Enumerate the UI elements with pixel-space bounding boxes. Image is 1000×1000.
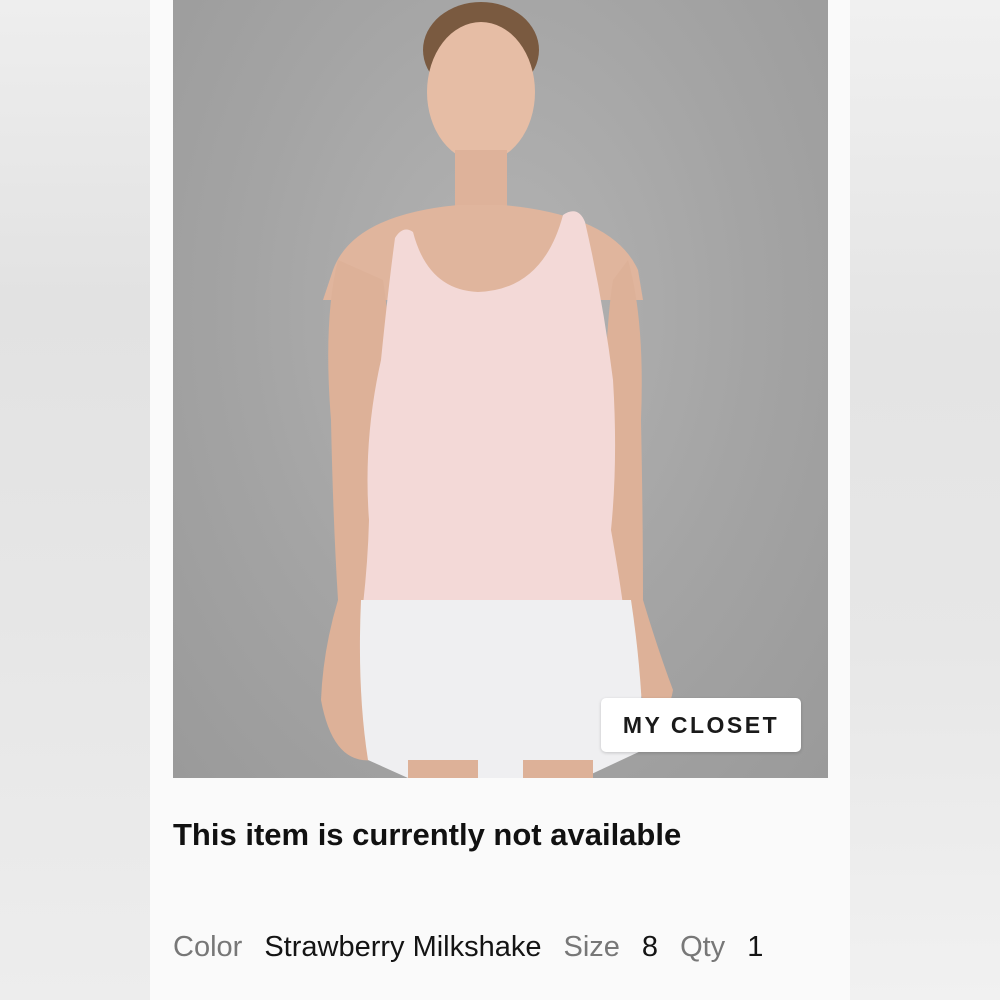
face-shape: [427, 22, 535, 162]
color-value: Strawberry Milkshake: [264, 931, 542, 963]
left-leg-shape: [408, 760, 478, 778]
right-leg-shape: [523, 760, 593, 778]
size-label: Size: [563, 931, 620, 963]
right-blur-margin: [850, 0, 1000, 1000]
product-attributes: Color Strawberry Milkshake Size 8 Qty 1: [173, 931, 763, 964]
shorts-shape: [359, 600, 643, 778]
product-card: MY CLOSET This item is currently not ava…: [150, 0, 850, 1000]
my-closet-button[interactable]: MY CLOSET: [601, 698, 801, 752]
model-illustration: [321, 2, 673, 778]
availability-status: This item is currently not available: [173, 817, 682, 852]
qty-label: Qty: [680, 931, 726, 963]
qty-value: 1: [747, 931, 764, 963]
left-blur-margin: [0, 0, 150, 1000]
product-image[interactable]: MY CLOSET: [173, 0, 828, 778]
size-value: 8: [641, 931, 659, 963]
color-label: Color: [173, 931, 243, 963]
